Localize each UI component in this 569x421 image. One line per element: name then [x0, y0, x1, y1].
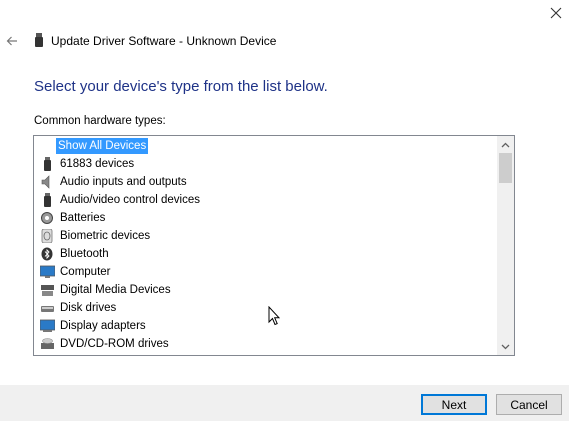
vertical-scrollbar[interactable] [497, 136, 514, 355]
disk-drive-icon [41, 306, 54, 312]
list-item-label: 61883 devices [60, 158, 135, 170]
window-title: Update Driver Software - Unknown Device [51, 34, 277, 48]
hardware-types-label: Common hardware types: [34, 115, 166, 127]
list-item-dvd-cd-rom-drives[interactable]: DVD/CD-ROM drives [38, 335, 478, 353]
list-item-biometric-devices[interactable]: Biometric devices [38, 227, 478, 245]
list-item-label: Disk drives [60, 302, 117, 314]
list-item-label: Bluetooth [60, 248, 109, 260]
back-button[interactable] [4, 32, 20, 50]
instruction-heading: Select your device's type from the list … [34, 78, 328, 95]
next-button[interactable]: Next [421, 394, 487, 415]
scrollbar-thumb[interactable] [499, 153, 512, 183]
list-item-61883-devices[interactable]: 61883 devices [38, 155, 478, 173]
cancel-button[interactable]: Cancel [496, 394, 562, 415]
back-arrow-icon [6, 36, 17, 46]
speaker-icon [41, 175, 50, 189]
usb-device-icon [35, 33, 43, 47]
list-item-label: Batteries [60, 212, 106, 224]
list-item-digital-media-devices[interactable]: Digital Media Devices [38, 281, 478, 299]
list-item-computer[interactable]: Computer [38, 263, 478, 281]
list-item-label: Display adapters [60, 320, 146, 332]
close-icon [550, 7, 562, 19]
fingerprint-icon [41, 229, 53, 243]
list-item-audio-video-control-devices[interactable]: Audio/video control devices [38, 191, 478, 209]
list-item-bluetooth[interactable]: Bluetooth [38, 245, 478, 263]
list-item-label: Audio inputs and outputs [60, 176, 187, 188]
battery-gear-icon [41, 212, 53, 224]
wizard-footer: Next Cancel [0, 385, 569, 421]
list-item-label: Digital Media Devices [60, 284, 171, 296]
wizard-header: Update Driver Software - Unknown Device [0, 30, 569, 52]
chevron-up-icon [501, 142, 510, 147]
list-item-partial[interactable] [38, 353, 478, 355]
monitor-icon [40, 265, 55, 278]
scroll-up-button[interactable] [497, 136, 514, 153]
list-item-display-adapters[interactable]: Display adapters [38, 317, 478, 335]
list-item-show-all-devices[interactable]: Show All Devices [38, 137, 478, 155]
list-item-label: Computer [60, 266, 111, 278]
hardware-types-list: Show All Devices 61883 devices Audio inp… [34, 136, 497, 355]
list-item-disk-drives[interactable]: Disk drives [38, 299, 478, 317]
list-item-label: Audio/video control devices [60, 194, 200, 206]
bluetooth-icon [41, 247, 53, 261]
dvd-drive-icon [41, 338, 54, 349]
list-item-label: Show All Devices [56, 138, 149, 154]
scroll-down-button[interactable] [497, 338, 514, 355]
close-button[interactable] [546, 4, 566, 22]
list-item-batteries[interactable]: Batteries [38, 209, 478, 227]
usb-icon [44, 193, 51, 207]
media-device-icon [41, 285, 54, 296]
list-item-audio-inputs-and-outputs[interactable]: Audio inputs and outputs [38, 173, 478, 191]
list-item-label: Biometric devices [60, 230, 151, 242]
chevron-down-icon [501, 344, 510, 349]
usb-icon [44, 157, 51, 171]
mouse-cursor-icon [268, 306, 280, 326]
list-item-label: DVD/CD-ROM drives [60, 338, 169, 350]
display-adapter-icon [40, 319, 55, 332]
